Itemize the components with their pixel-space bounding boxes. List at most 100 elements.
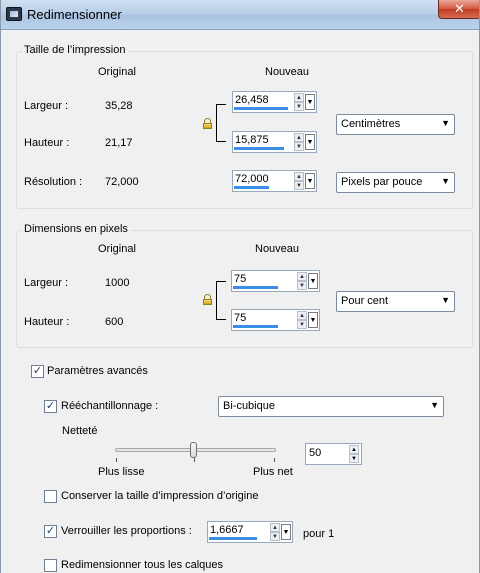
close-button[interactable]: ✕ (438, 0, 479, 19)
print-width-input[interactable]: 26,458 ▲ ▼ ▼ (232, 91, 317, 113)
keep-print-size-checkbox[interactable] (44, 490, 57, 503)
lock-ratio-suffix: pour 1 (303, 528, 335, 540)
print-width-label: Largeur : (24, 100, 69, 112)
resample-label[interactable]: Rééchantillonnage : (61, 400, 158, 412)
pixel-height-bar (233, 325, 278, 328)
pixel-height-spinner[interactable]: ▲ ▼ (297, 311, 307, 329)
pixel-original-header: Original (98, 243, 136, 255)
spin-up-icon[interactable]: ▲ (294, 93, 304, 102)
resize-all-layers-label[interactable]: Redimensionner tous les calques (61, 559, 223, 571)
chevron-down-icon: ▼ (441, 176, 450, 186)
spin-up-icon[interactable]: ▲ (297, 311, 307, 320)
print-link-bracket (216, 104, 226, 142)
pixel-height-label: Hauteur : (24, 316, 70, 328)
spin-up-icon[interactable]: ▲ (270, 523, 280, 532)
pixel-width-input[interactable]: 75 ▲ ▼ ▼ (231, 270, 320, 292)
print-height-input[interactable]: 15,875 ▲ ▼ ▼ (232, 131, 317, 153)
pixel-width-original: 1000 (105, 277, 130, 289)
print-width-original: 35,28 (105, 100, 133, 112)
resolution-bar (234, 186, 269, 189)
pixel-link-bracket (216, 281, 226, 320)
resolution-label: Résolution : (24, 176, 83, 188)
print-size-group-label: Taille de l’impression (22, 44, 128, 56)
print-height-original: 21,17 (105, 137, 133, 149)
pixel-width-value: 75 (234, 273, 247, 285)
lock-icon (203, 294, 212, 305)
resample-select[interactable]: Bi-cubique ▼ (218, 396, 444, 417)
pixel-dims-group-label: Dimensions en pixels (22, 223, 130, 235)
pixel-width-label: Largeur : (24, 277, 69, 289)
resample-select-value: Bi-cubique (223, 400, 275, 412)
pixel-width-spinner[interactable]: ▲ ▼ (297, 272, 307, 290)
resolution-dropdown-icon[interactable]: ▼ (305, 173, 315, 189)
print-width-spinner[interactable]: ▲ ▼ (294, 93, 304, 111)
resolution-unit-select[interactable]: Pixels par pouce ▼ (336, 172, 455, 193)
print-height-value: 15,875 (235, 134, 269, 146)
resize-all-layers-checkbox[interactable] (44, 559, 57, 572)
print-height-dropdown-icon[interactable]: ▼ (305, 134, 315, 150)
sharpness-min-label: Plus lisse (98, 466, 145, 478)
resolution-value: 72,000 (235, 173, 269, 185)
sharpness-max-label: Plus net (253, 466, 293, 478)
pixel-unit-select-value: Pour cent (341, 295, 389, 307)
window-title: Redimensionner (27, 7, 122, 22)
pixel-height-value: 75 (234, 312, 247, 324)
resize-dialog: Redimensionner ✕ Taille de l’impression … (0, 0, 480, 573)
lock-ratio-label[interactable]: Verrouiller les proportions : (61, 525, 192, 537)
pixel-width-dropdown-icon[interactable]: ▼ (308, 273, 318, 289)
chevron-down-icon: ▼ (441, 295, 450, 305)
lock-ratio-value: 1,6667 (210, 524, 244, 536)
slider-tick-min (116, 458, 117, 462)
resolution-unit-select-value: Pixels par pouce (341, 176, 423, 188)
spin-up-icon[interactable]: ▲ (297, 272, 307, 281)
sharpness-spinner[interactable]: ▲ ▼ (349, 445, 359, 463)
lock-ratio-dropdown-icon[interactable]: ▼ (281, 524, 291, 540)
keep-print-size-label[interactable]: Conserver la taille d’impression d’origi… (61, 490, 258, 502)
print-width-value: 26,458 (235, 94, 269, 106)
lock-ratio-spinner[interactable]: ▲ ▼ (270, 523, 280, 541)
pixel-height-dropdown-icon[interactable]: ▼ (308, 312, 318, 328)
spin-down-icon[interactable]: ▼ (297, 281, 307, 290)
print-original-header: Original (98, 66, 136, 78)
spin-up-icon[interactable]: ▲ (349, 445, 359, 454)
lock-ratio-input[interactable]: 1,6667 ▲ ▼ ▼ (207, 521, 293, 543)
advanced-label[interactable]: Paramètres avancés (47, 365, 148, 377)
spin-down-icon[interactable]: ▼ (270, 532, 280, 541)
print-height-spinner[interactable]: ▲ ▼ (294, 133, 304, 151)
lock-icon (203, 118, 212, 129)
sharpness-value-input[interactable]: 50 ▲ ▼ (305, 443, 362, 465)
sharpness-label: Netteté (62, 425, 98, 437)
lock-ratio-bar (209, 537, 257, 540)
print-new-header: Nouveau (265, 66, 310, 78)
spin-down-icon[interactable]: ▼ (294, 142, 304, 151)
resolution-original: 72,000 (105, 176, 139, 188)
app-icon (6, 7, 22, 21)
pixel-new-header: Nouveau (255, 243, 300, 255)
resolution-spinner[interactable]: ▲ ▼ (294, 172, 304, 190)
print-width-dropdown-icon[interactable]: ▼ (305, 94, 315, 110)
spin-up-icon[interactable]: ▲ (294, 133, 304, 142)
slider-tick-max (274, 458, 275, 462)
title-bar: Redimensionner ✕ (1, 0, 479, 30)
print-width-bar (234, 107, 288, 110)
resolution-input[interactable]: 72,000 ▲ ▼ ▼ (232, 170, 317, 192)
spin-down-icon[interactable]: ▼ (297, 320, 307, 329)
print-height-label: Hauteur : (24, 137, 70, 149)
print-unit-select[interactable]: Centimètres ▼ (336, 114, 455, 135)
advanced-checkbox[interactable]: ✓ (31, 365, 44, 378)
spin-down-icon[interactable]: ▼ (294, 102, 304, 111)
sharpness-slider-thumb[interactable] (190, 442, 197, 458)
lock-ratio-checkbox[interactable]: ✓ (44, 525, 57, 538)
chevron-down-icon: ▼ (430, 400, 439, 410)
resample-checkbox[interactable]: ✓ (44, 400, 57, 413)
print-height-bar (234, 147, 284, 150)
pixel-height-input[interactable]: 75 ▲ ▼ ▼ (231, 309, 320, 331)
slider-tick-mid (194, 458, 195, 462)
pixel-width-bar (233, 286, 278, 289)
print-unit-select-value: Centimètres (341, 118, 401, 130)
pixel-unit-select[interactable]: Pour cent ▼ (336, 291, 455, 312)
spin-up-icon[interactable]: ▲ (294, 172, 304, 181)
spin-down-icon[interactable]: ▼ (294, 181, 304, 190)
spin-down-icon[interactable]: ▼ (349, 454, 359, 463)
chevron-down-icon: ▼ (441, 118, 450, 128)
